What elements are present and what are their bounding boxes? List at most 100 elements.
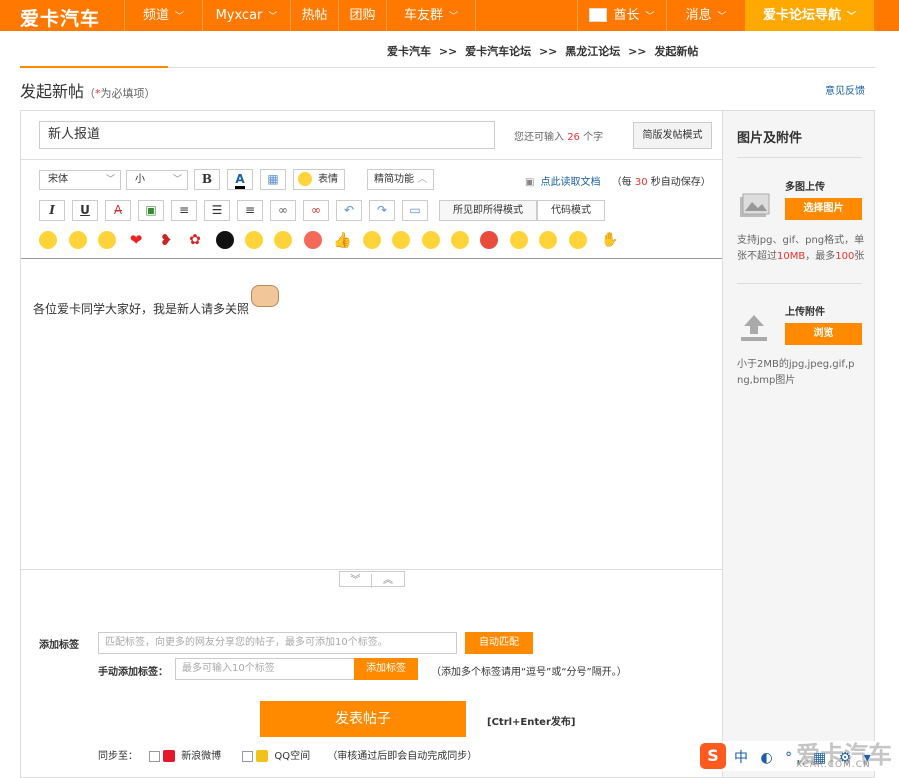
editor-content[interactable]: 各位爱卡同学大家好，我是新人请多关照	[33, 285, 280, 317]
nav-messages-label: 消息	[685, 8, 712, 23]
shy-emoji-icon[interactable]	[510, 231, 528, 249]
manual-tag-label: 手动添加标签：	[98, 667, 168, 678]
remain-suffix: 个字	[583, 132, 604, 143]
nav-myxcar[interactable]: Myxcar ﹀	[202, 0, 290, 31]
avatar	[589, 7, 608, 22]
undo-button[interactable]: ↶	[336, 200, 362, 221]
angry-emoji-icon[interactable]	[304, 231, 322, 249]
image-desc-size: 10MB	[777, 251, 806, 262]
breadcrumb-home[interactable]: 爱卡汽车	[387, 45, 431, 58]
manual-tag-input[interactable]: 最多可输入10个标签	[175, 658, 355, 680]
grin-emoji-icon[interactable]	[392, 231, 410, 249]
image-button[interactable]: ▣	[138, 200, 164, 221]
smile-emoji-icon[interactable]	[39, 231, 57, 249]
media-button[interactable]: ▦	[260, 169, 286, 190]
image-desc-2: ，最多	[805, 251, 836, 262]
nav-forum-guide-label: 爱卡论坛导航	[762, 8, 841, 23]
underline-button[interactable]: U	[72, 200, 98, 221]
bold-button[interactable]: B	[194, 169, 220, 190]
clear-format-button[interactable]: A̶	[105, 200, 131, 221]
nav-hot-posts[interactable]: 热帖	[290, 0, 338, 31]
tongue-emoji-icon[interactable]	[539, 231, 557, 249]
font-color-button[interactable]: A	[227, 169, 253, 190]
wink-emoji-icon[interactable]	[245, 231, 263, 249]
breadcrumb-sep: >>	[538, 45, 558, 58]
code-mode-tab[interactable]: 代码模式	[537, 200, 605, 221]
page-title: 发起新帖（*为必填项）	[20, 78, 875, 102]
handshake-emoji-icon[interactable]: ✋	[598, 231, 622, 249]
select-images-button[interactable]: 选择图片	[785, 198, 862, 220]
sogou-icon[interactable]: S	[700, 743, 726, 769]
read-draft-link[interactable]: 点此读取文档	[540, 177, 600, 188]
shocked-emoji-icon[interactable]	[69, 231, 87, 249]
align-left-button[interactable]: ≡	[171, 200, 197, 221]
media-icon: ▦	[267, 172, 279, 186]
cool-emoji-icon[interactable]	[451, 231, 469, 249]
italic-button[interactable]: I	[39, 200, 65, 221]
weibo-checkbox[interactable]	[149, 750, 161, 762]
broken-heart-emoji-icon[interactable]: ❥	[157, 231, 175, 249]
qzone-checkbox[interactable]	[242, 750, 254, 762]
nav-forum-guide[interactable]: 爱卡论坛导航 ﹀	[745, 0, 874, 31]
nav-user-menu[interactable]: 酋长 ﹀	[577, 0, 666, 31]
breadcrumb-forum[interactable]: 爱卡汽车论坛	[465, 45, 531, 58]
simple-mode-button[interactable]: 简版发帖模式	[633, 122, 712, 149]
italic-icon: I	[49, 203, 55, 217]
font-size-select[interactable]: 小 ﹀	[126, 170, 188, 190]
breadcrumb-sep: >>	[438, 45, 458, 58]
fine-function-label: 精简功能	[374, 174, 414, 185]
resize-handle[interactable]: ︾ ︽	[339, 571, 405, 588]
dizzy-emoji-icon[interactable]	[422, 231, 440, 249]
sleepy-emoji-icon[interactable]	[274, 231, 292, 249]
chevron-down-icon: ﹀	[172, 175, 182, 185]
redo-button[interactable]: ↷	[369, 200, 395, 221]
emoji-button[interactable]: 表情	[293, 169, 345, 190]
nav-car-groups[interactable]: 车友群 ﹀	[386, 0, 476, 31]
rose-emoji-icon[interactable]: ✿	[186, 231, 204, 249]
attachments-sidebar: 图片及附件 多图上传 选择图片 支持jpg、gif、png格式，单张不超过10M…	[722, 110, 875, 778]
link-button[interactable]: ∞	[270, 200, 296, 221]
content-text: 各位爱卡同学大家好，我是新人请多关照	[33, 302, 250, 316]
expand-icon[interactable]: ︾	[340, 574, 372, 588]
remain-prefix: 您还可输入	[514, 132, 564, 143]
nav-channel[interactable]: 频道 ﹀	[124, 0, 202, 31]
sad-emoji-icon[interactable]	[363, 231, 381, 249]
publish-button[interactable]: 发表帖子	[260, 701, 466, 737]
unlink-button[interactable]: ∞	[303, 200, 329, 221]
panda-emoji-icon[interactable]	[216, 231, 234, 249]
tag-label: 添加标签	[39, 640, 79, 651]
multi-upload-label: 多图上传	[785, 182, 825, 193]
tag-input[interactable]: 匹配标签，向更多的网友分享您的帖子，最多可添加10个标签。	[98, 632, 457, 654]
align-right-icon: ≡	[244, 203, 256, 217]
red-face-emoji-icon[interactable]	[480, 231, 498, 249]
image-upload-desc: 支持jpg、gif、png格式，单张不超过10MB，最多100张	[737, 233, 867, 265]
undo-icon: ↶	[343, 203, 355, 217]
browse-button[interactable]: 浏览	[785, 323, 862, 345]
thumbs-up-emoji-icon[interactable]: 👍	[333, 231, 352, 249]
nervous-emoji-icon[interactable]	[569, 231, 587, 249]
nav-group-buy[interactable]: 团购	[338, 0, 386, 31]
auto-match-button[interactable]: 自动匹配	[465, 632, 533, 654]
breadcrumb-board[interactable]: 黑龙江论坛	[565, 45, 620, 58]
quote-button[interactable]: ▭	[402, 200, 428, 221]
subject-input[interactable]: 新人报道	[39, 121, 495, 149]
collapse-icon[interactable]: ︽	[372, 574, 404, 588]
nav-messages[interactable]: 消息 ﹀	[666, 0, 745, 31]
align-center-button[interactable]: ☰	[204, 200, 230, 221]
qzone-label: QQ空间	[274, 751, 311, 762]
attach-upload-label: 上传附件	[785, 307, 825, 318]
wysiwyg-mode-tab[interactable]: 所见即所得模式	[439, 200, 537, 221]
fine-function-button[interactable]: 精简功能 ︿	[367, 169, 435, 190]
heart-emoji-icon[interactable]: ❤	[127, 231, 145, 249]
watermark-url: XCAR.COM.CN	[796, 760, 871, 770]
site-logo[interactable]: 爱卡汽车	[20, 4, 100, 31]
feedback-link[interactable]: 意见反馈	[825, 82, 865, 97]
nav-channel-label: 频道	[142, 8, 169, 23]
add-tag-button[interactable]: 添加标签	[354, 658, 418, 680]
sidebar-divider	[737, 283, 862, 284]
align-right-button[interactable]: ≡	[237, 200, 263, 221]
cry-emoji-icon[interactable]	[98, 231, 116, 249]
post-editor: 新人报道 您还可输入 26 个字 简版发帖模式 宋体 ﹀ 小 ﹀ B A ▦ 表情 …	[20, 110, 724, 778]
tag-hint: （添加多个标签请用“逗号”或“分号”隔开。）	[431, 667, 627, 678]
font-family-select[interactable]: 宋体 ﹀	[39, 170, 121, 190]
